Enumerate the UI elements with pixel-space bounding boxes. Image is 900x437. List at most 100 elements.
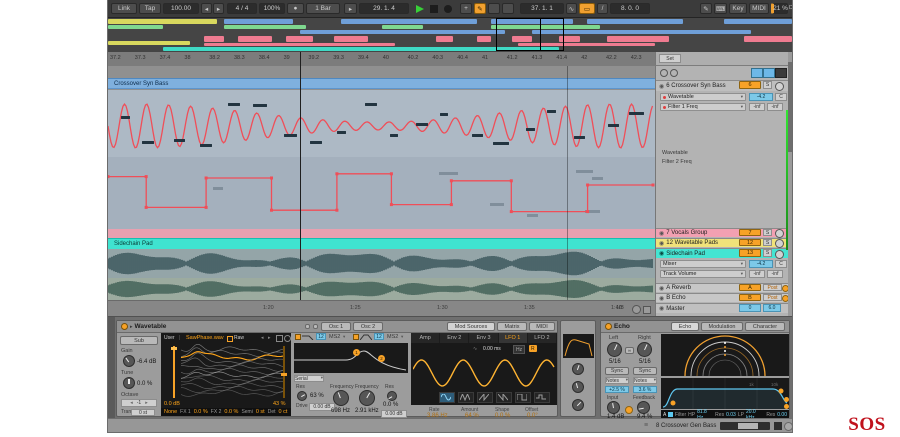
- automation-arm-button[interactable]: ✎: [474, 3, 486, 14]
- nudge-up-button[interactable]: ▸: [213, 3, 224, 14]
- lfo-retrigger-button[interactable]: R: [529, 345, 537, 352]
- lfo-shape-icon[interactable]: [496, 392, 512, 403]
- arrangement-overview[interactable]: [108, 18, 792, 53]
- play-button[interactable]: [416, 5, 424, 13]
- post-toggle[interactable]: Post: [763, 284, 782, 291]
- input-knob[interactable]: [607, 401, 620, 414]
- mod-subtab-lfo2[interactable]: LFO 2: [528, 333, 558, 343]
- res2-knob[interactable]: [387, 391, 397, 401]
- midi-note[interactable]: [573, 136, 586, 140]
- midi-note[interactable]: [607, 124, 619, 128]
- unfold-icon[interactable]: ◉: [659, 83, 664, 90]
- display-grid-icon[interactable]: [276, 335, 283, 342]
- midi-note[interactable]: [310, 141, 322, 145]
- solo-button[interactable]: S: [763, 229, 772, 236]
- post-toggle[interactable]: Post: [763, 294, 782, 301]
- unfold-icon[interactable]: ◉: [659, 295, 664, 302]
- tab-echo[interactable]: Echo: [671, 322, 699, 331]
- reenable-automation-button[interactable]: [488, 3, 500, 14]
- audio-lane-2[interactable]: [108, 278, 655, 300]
- track-pan-field[interactable]: C: [775, 260, 787, 268]
- overview-clip[interactable]: [108, 19, 218, 24]
- right-time-knob[interactable]: [637, 342, 652, 357]
- mod-subtab-env3[interactable]: Env 3: [469, 333, 499, 343]
- overview-clip[interactable]: [203, 43, 396, 46]
- freq2-knob[interactable]: [359, 390, 375, 406]
- midi-note[interactable]: [141, 140, 155, 144]
- arrangement-position-field[interactable]: 29. 1. 4: [359, 3, 409, 14]
- solo-button[interactable]: S: [763, 249, 772, 257]
- clip-row-vocals-group[interactable]: [108, 229, 655, 238]
- lowpass-icon[interactable]: [302, 334, 314, 340]
- feedback-knob[interactable]: [637, 401, 650, 414]
- hp-res-value[interactable]: 0.03: [726, 412, 736, 418]
- midi-note[interactable]: [439, 113, 448, 117]
- overview-view-box[interactable]: [496, 18, 564, 51]
- midi-note[interactable]: [283, 133, 297, 137]
- lfo-attack-value[interactable]: 0.00 ms: [483, 346, 501, 352]
- lane-max-field[interactable]: -inf: [767, 103, 783, 111]
- tap-tempo-button[interactable]: Tap: [139, 3, 161, 14]
- automation-lane-toggle-icon[interactable]: [660, 69, 668, 77]
- track-activator[interactable]: B: [739, 294, 761, 301]
- filter-checkbox[interactable]: [668, 412, 674, 417]
- device-chain-scrollbar[interactable]: [720, 422, 770, 430]
- arm-button[interactable]: [775, 250, 784, 259]
- drive2-field[interactable]: 0.00 dB: [381, 410, 407, 418]
- lfo-shape-selector[interactable]: [439, 392, 550, 403]
- automation-lane-toggle-icon[interactable]: [670, 69, 678, 77]
- overview-clip[interactable]: [381, 25, 423, 29]
- overview-clip[interactable]: [224, 25, 307, 29]
- fx2-value[interactable]: 0.0 %: [224, 409, 238, 415]
- stereo-link-button[interactable]: ∞: [625, 347, 634, 354]
- osc-gain-slider[interactable]: [173, 346, 175, 398]
- clip-header-crossover-syn-bass[interactable]: Crossover Syn Bass: [108, 78, 655, 89]
- feedback-invert-button[interactable]: [625, 406, 633, 414]
- effect-mode-chooser[interactable]: None: [164, 409, 177, 415]
- nudge-down-button[interactable]: ◂: [201, 3, 212, 14]
- device-chain-scroll-handle[interactable]: [738, 423, 758, 429]
- overview-clip[interactable]: [237, 36, 273, 42]
- track-volume-field[interactable]: -4.2: [749, 260, 773, 268]
- track-activator[interactable]: 7: [739, 229, 761, 236]
- loop-length-field[interactable]: 8. 0. 0: [610, 3, 650, 14]
- hotswap-icon[interactable]: [305, 324, 310, 329]
- tempo-field[interactable]: 100.00: [163, 3, 199, 14]
- record-button[interactable]: [444, 5, 452, 13]
- midi-note[interactable]: [416, 122, 428, 126]
- lfo-shape-icon[interactable]: [439, 392, 455, 403]
- position-slider-track[interactable]: [283, 346, 285, 398]
- lfo-shape-icon[interactable]: [458, 392, 474, 403]
- arm-button[interactable]: [775, 229, 784, 238]
- fold-icon[interactable]: ▸: [130, 324, 133, 330]
- next-table-icon[interactable]: ▸: [268, 335, 271, 341]
- filter-routing-chooser[interactable]: Serial ▾: [294, 375, 324, 382]
- hotswap-circle-button[interactable]: [784, 422, 792, 431]
- zoom-box-button[interactable]: [643, 306, 651, 314]
- midi-map-button[interactable]: MIDI: [749, 3, 769, 14]
- filter-hot-dot[interactable]: [784, 397, 789, 402]
- tune-knob[interactable]: [123, 377, 135, 389]
- overview-clip[interactable]: [607, 36, 669, 42]
- det-value[interactable]: 0 ct: [279, 409, 288, 415]
- automation-mode-icon[interactable]: [763, 68, 775, 78]
- midi-note[interactable]: [253, 103, 268, 107]
- parameter-chooser[interactable]: Filter 1 Freq ▾: [660, 103, 746, 111]
- prev-table-icon[interactable]: ◂: [261, 335, 264, 341]
- key-map-button[interactable]: Key: [729, 3, 747, 14]
- raw-checkbox[interactable]: [227, 336, 233, 342]
- automation-mode-icon[interactable]: [751, 68, 763, 78]
- wavetable-name-chooser[interactable]: SawPhase.wav: [186, 335, 224, 341]
- lane-min-field[interactable]: -inf: [749, 270, 765, 278]
- vertical-scrollbar[interactable]: [788, 52, 792, 316]
- transpose-field[interactable]: 0 st: [131, 409, 155, 416]
- res1-knob[interactable]: [297, 391, 307, 401]
- punch-out-button[interactable]: /: [597, 3, 608, 14]
- midi-note[interactable]: [120, 115, 130, 119]
- beat-time-ruler[interactable]: 37.2 37.3 37.4 38 38.2 38.3 38.4 39 39.2 39.3 39.4…: [108, 52, 655, 67]
- stepper-right-icon[interactable]: ▸: [145, 400, 148, 406]
- overview-clip[interactable]: [203, 36, 225, 42]
- arm-button[interactable]: [775, 82, 784, 91]
- master-cue-field[interactable]: 6.0: [763, 304, 781, 312]
- unfold-icon[interactable]: ◉: [659, 285, 664, 292]
